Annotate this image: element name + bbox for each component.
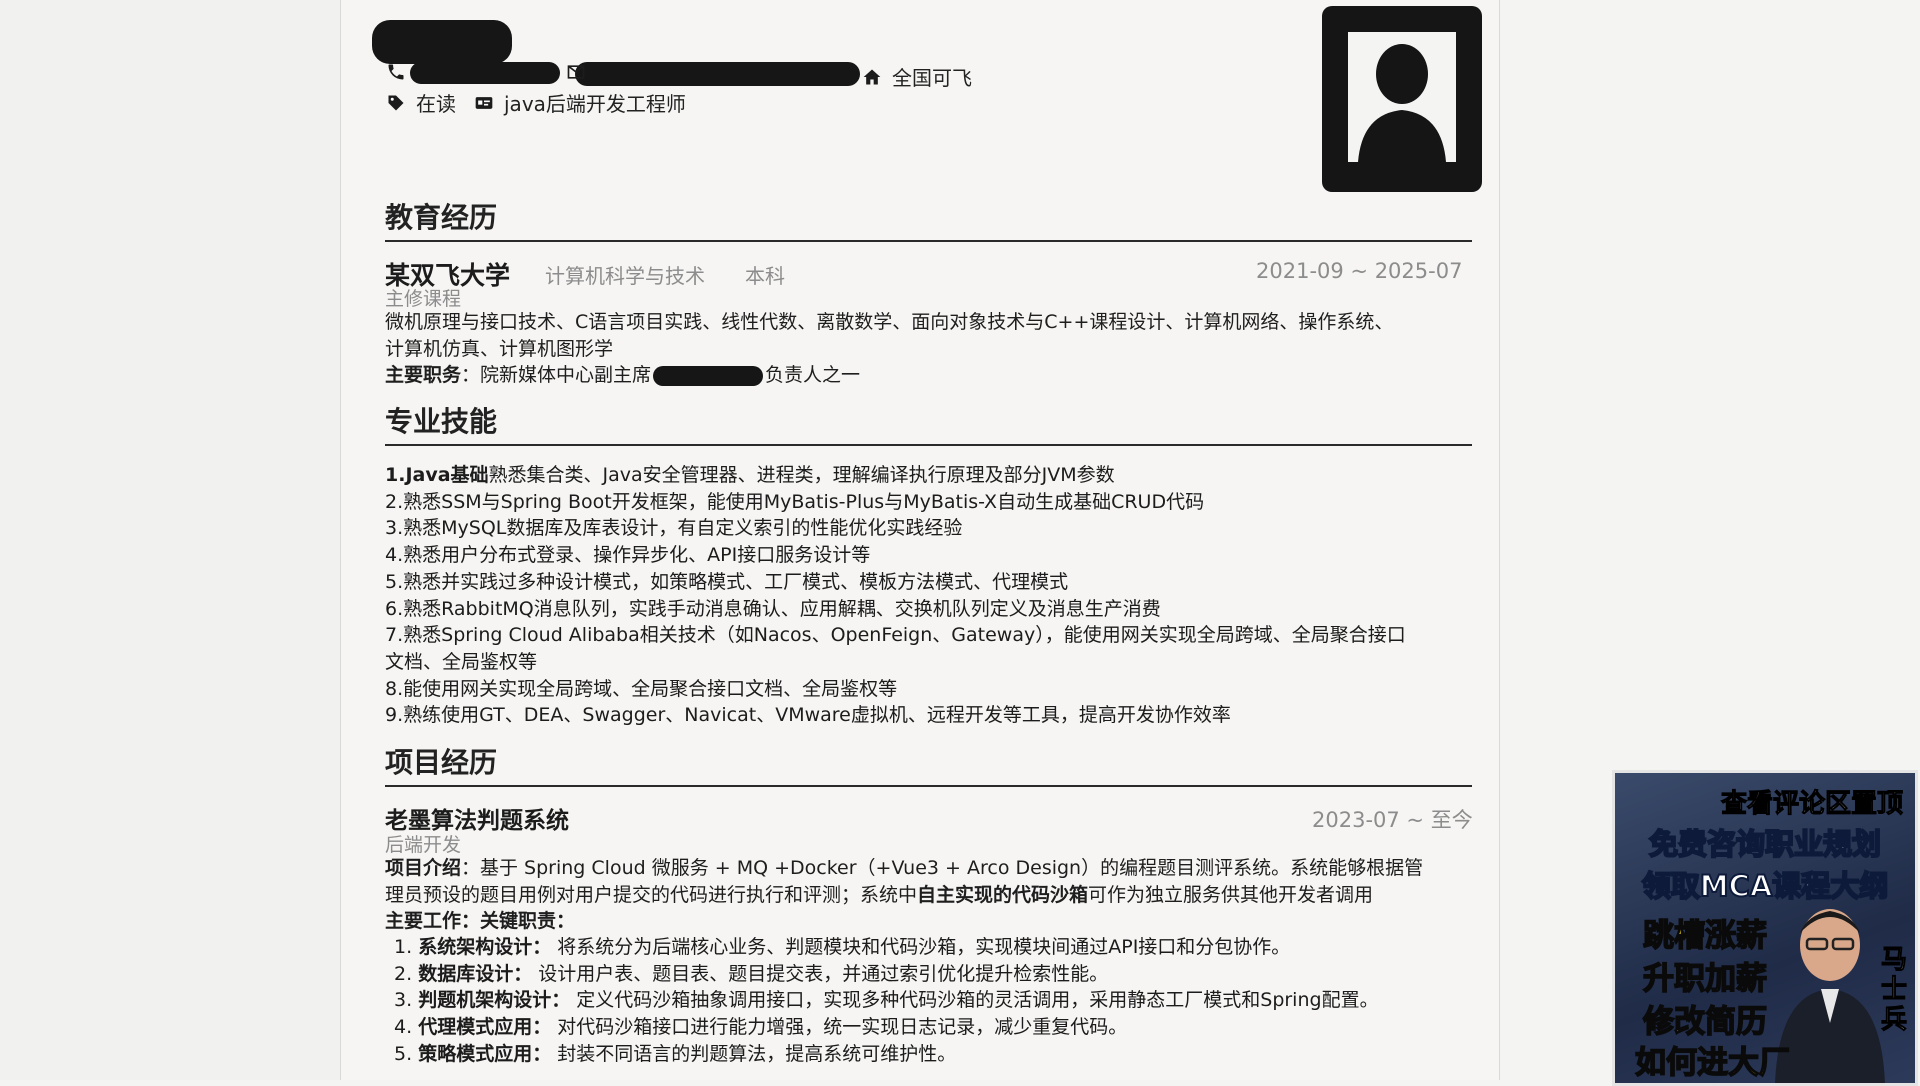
promo-item: 如何进大厂 <box>1634 1044 1791 1082</box>
courses-line-1: 微机原理与接口技术、C语言项目实践、线性代数、离散数学、面向对象技术与C++课程… <box>385 311 1394 333</box>
skill-item: 3.熟悉MySQL数据库及库表设计，有自定义索引的性能优化实践经验 <box>385 517 963 540</box>
responsibility-item: 3. 判题机架构设计： 定义代码沙箱抽象调用接口，实现多种代码沙箱的灵活调用，采… <box>394 989 1379 1012</box>
left-margin <box>0 0 340 1080</box>
phone-icon <box>386 62 406 82</box>
promo-top-text: 查看评论区置顶 <box>1720 789 1903 820</box>
responsibility-item: 4. 代理模式应用： 对代码沙箱接口进行能力增强，统一实现日志记录，减少重复代码… <box>394 1016 1128 1039</box>
duty-label: 主要职务 <box>385 364 462 386</box>
location-text: 全国可飞 <box>892 66 972 90</box>
home-icon <box>862 67 882 87</box>
skill-item: 1.Java基础熟悉集合类、Java安全管理器、进程类，理解编译执行原理及部分J… <box>385 464 1115 486</box>
email-redaction <box>575 62 860 86</box>
status-line: 在读 java后端开发工程师 <box>386 88 686 117</box>
project-intro-line-2: 理员预设的题目用例对用户提交的代码进行执行和评测；系统中自主实现的代码沙箱可作为… <box>385 884 1374 906</box>
skill-item: 5.熟悉并实践过多种设计模式，如策略模式、工厂模式、模板方法模式、代理模式 <box>385 570 1069 593</box>
responsibility-item: 2. 数据库设计： 设计用户表、题目表、题目提交表，并通过索引优化提升检索性能。 <box>394 962 1109 985</box>
promo-item: 跳槽涨薪 <box>1642 917 1768 955</box>
id-card-icon <box>474 93 494 113</box>
section-title-education: 教育经历 <box>385 196 1472 242</box>
duty-line: 主要职务：院新媒体中心副主席 负责人之一 <box>385 362 860 389</box>
promo-item: 修改简历 <box>1642 1003 1768 1041</box>
project-intro-line-1: 项目介绍：基于 Spring Cloud 微服务 + MQ +Docker（+V… <box>385 857 1424 879</box>
status-text: 在读 <box>416 92 456 116</box>
skill-item: 8.能使用网关实现全局跨域、全局聚合接口文档、全局鉴权等 <box>385 677 898 700</box>
degree: 本科 <box>745 264 785 288</box>
project-role: 后端开发 <box>385 834 462 856</box>
duty-text-end: 负责人之一 <box>765 364 861 386</box>
skills-list: 1.Java基础熟悉集合类、Java安全管理器、进程类，理解编译执行原理及部分J… <box>385 462 1465 729</box>
promo-line-1: 免费咨询职业规划 <box>1648 826 1882 862</box>
profile-photo <box>1322 6 1482 192</box>
mail-icon <box>566 62 586 82</box>
email-line <box>566 62 586 82</box>
skill-item: 6.熟悉RabbitMQ消息队列，实践手动消息确认、应用解耦、交换机队列定义及消… <box>385 597 1161 620</box>
courses-line-2: 计算机仿真、计算机图形学 <box>385 338 614 360</box>
duty-redaction <box>653 365 764 386</box>
responsibility-item: 5. 策略模式应用： 封装不同语言的判题算法，提高系统可维护性。 <box>394 1042 957 1065</box>
promo-item: 升职加薪 <box>1642 960 1768 998</box>
courses-label: 主修课程 <box>385 288 462 310</box>
major: 计算机科学与技术 <box>545 264 705 288</box>
section-title-projects: 项目经历 <box>385 741 1472 787</box>
duty-text: ：院新媒体中心副主席 <box>461 364 652 386</box>
work-label: 主要工作：关键职责： <box>385 910 576 932</box>
skill-item: 9.熟练使用GT、DEA、Swagger、Navicat、VMware虚拟机、远… <box>385 704 1231 727</box>
name-redaction <box>372 20 512 64</box>
skill-item: 4.熟悉用户分布式登录、操作异步化、API接口服务设计等 <box>385 544 871 567</box>
responsibility-item: 1. 系统架构设计： 将系统分为后端核心业务、判题模块和代码沙箱，实现模块间通过… <box>394 936 1291 958</box>
phone-redaction <box>410 62 560 84</box>
skill-item: 2.熟悉SSM与Spring Boot开发框架，能使用MyBatis-Plus与… <box>385 490 1205 513</box>
location-line: 全国可飞 <box>862 62 972 91</box>
promo-line-2: 领取MCA课程大纲 <box>1641 868 1890 904</box>
responsibility-list: 1. 系统架构设计： 将系统分为后端核心业务、判题模块和代码沙箱，实现模块间通过… <box>394 934 1474 1068</box>
skill-item: 文档、全局鉴权等 <box>385 650 538 673</box>
job-title-text: java后端开发工程师 <box>504 92 686 116</box>
skill-item: 7.熟悉Spring Cloud Alibaba相关技术（如Nacos、Open… <box>385 624 1406 647</box>
promo-vertical-text: 马士兵 <box>1881 945 1908 1036</box>
intro-label: 项目介绍 <box>385 857 462 879</box>
section-title-skills: 专业技能 <box>385 400 1472 446</box>
contact-line <box>386 62 406 82</box>
promo-overlay[interactable]: 查看评论区置顶 免费咨询职业规划 领取MCA课程大纲 跳槽涨薪 升职加薪 修改简… <box>1612 770 1918 1086</box>
tag-icon <box>386 93 406 113</box>
project-dates: 2023-07 ~ 至今 <box>1312 808 1473 832</box>
education-dates: 2021-09 ~ 2025-07 <box>1256 259 1463 283</box>
